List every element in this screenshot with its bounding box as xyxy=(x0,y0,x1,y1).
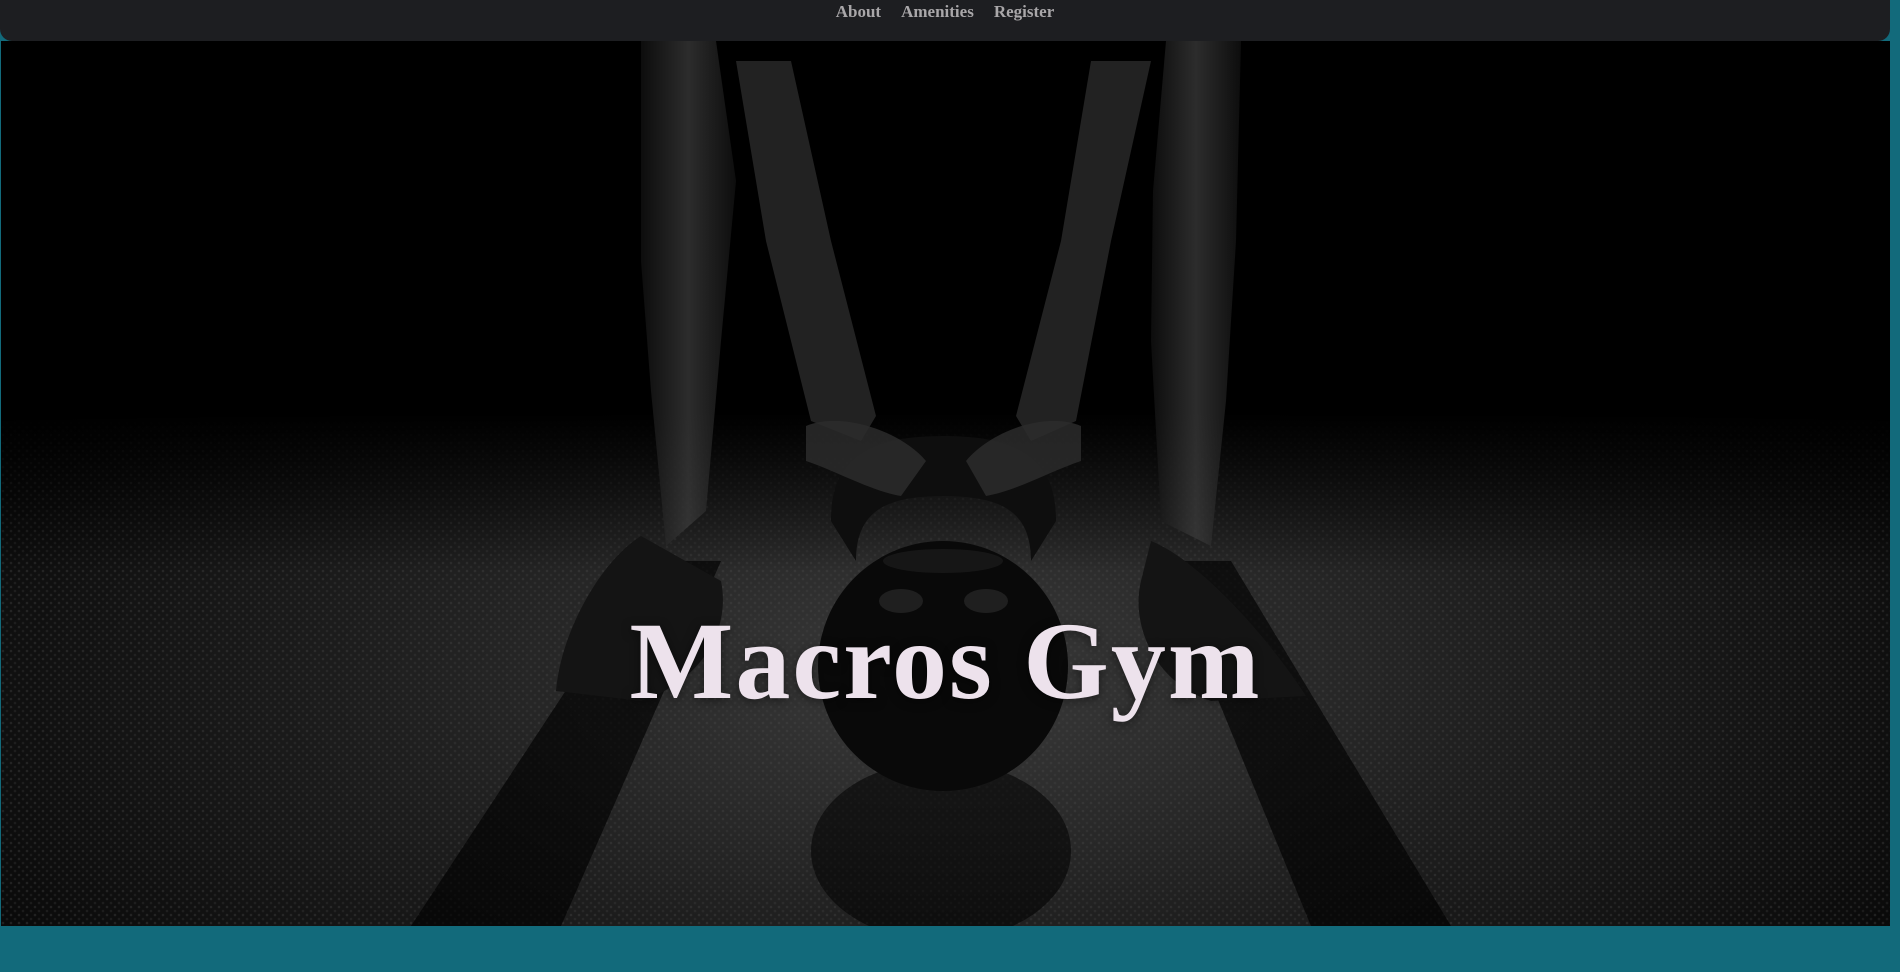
hero-section: Macros Gym xyxy=(1,41,1890,926)
nav-link-amenities[interactable]: Amenities xyxy=(901,2,974,22)
footer-band xyxy=(0,926,1900,972)
nav-link-register[interactable]: Register xyxy=(994,2,1054,22)
main-nav: About Amenities Register xyxy=(0,0,1890,41)
hero-background-image xyxy=(1,41,1890,926)
page: About Amenities Register Macros Gym xyxy=(0,0,1900,972)
top-navigation-bar: About Amenities Register xyxy=(0,0,1890,41)
nav-link-about[interactable]: About xyxy=(836,2,881,22)
hero-title: Macros Gym xyxy=(629,600,1262,722)
